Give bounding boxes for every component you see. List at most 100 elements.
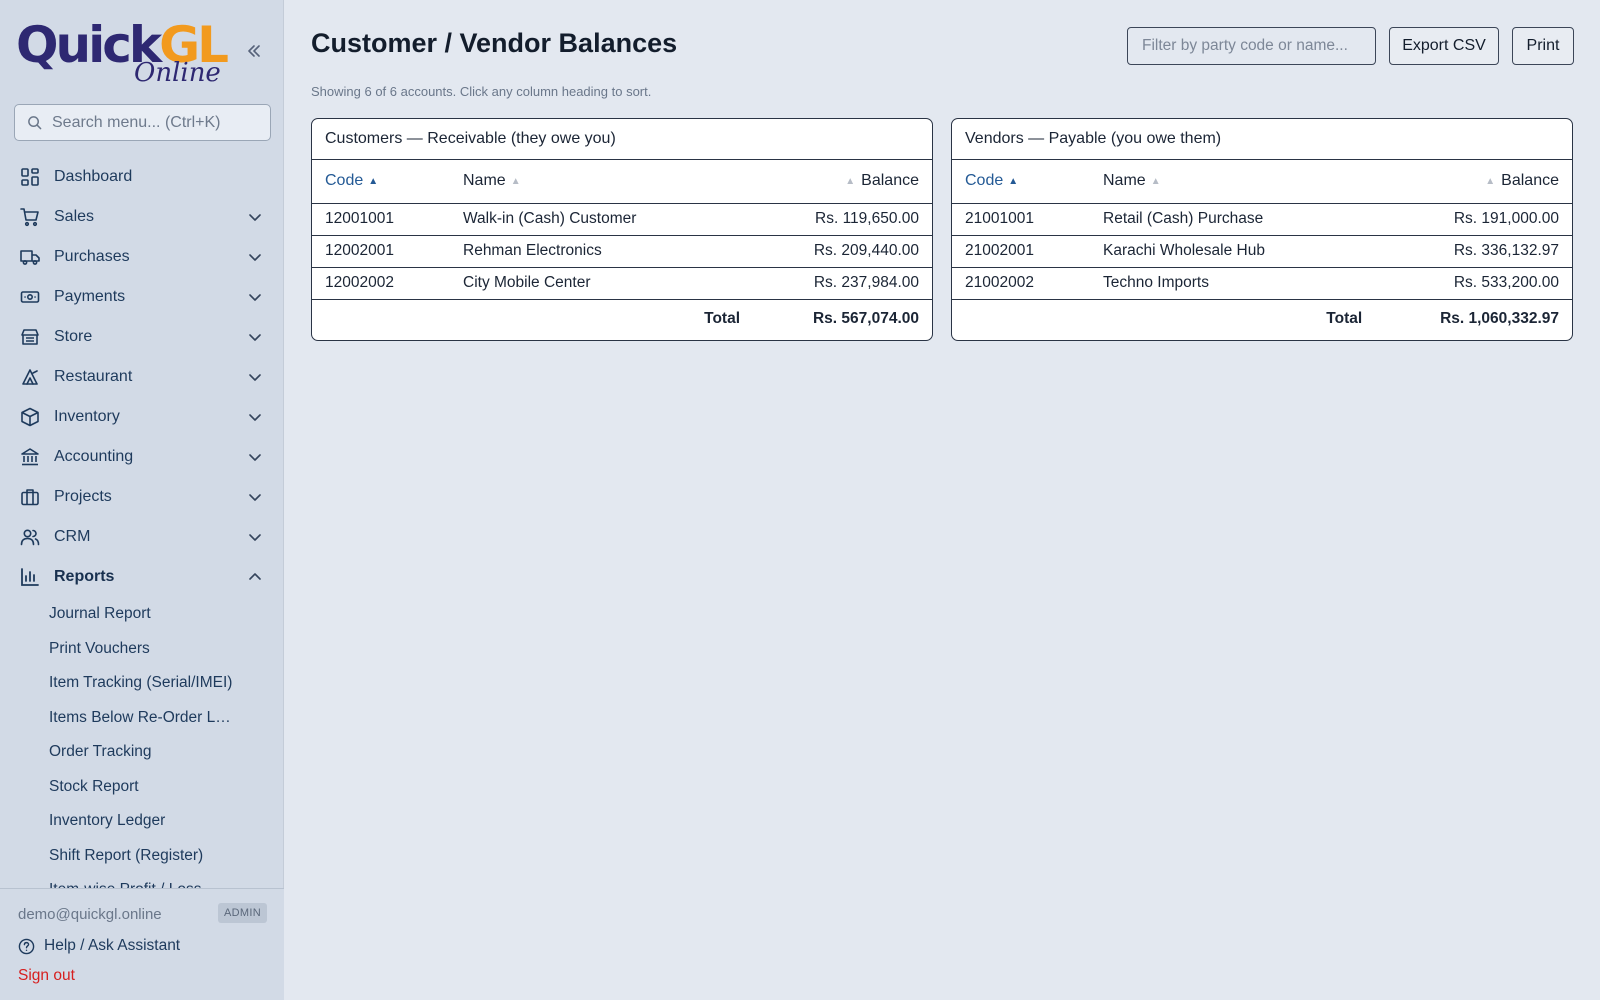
- row-name: Techno Imports: [1090, 267, 1363, 300]
- chevron-down-icon: [249, 214, 261, 221]
- quickgl-logo[interactable]: QuickGL Online: [16, 14, 229, 90]
- sort-by-balance[interactable]: ▲ Balance: [740, 160, 932, 204]
- nav-payments[interactable]: Payments: [0, 277, 284, 317]
- bar-chart-icon: [20, 567, 40, 587]
- table-row[interactable]: 12001001 Walk-in (Cash) Customer Rs. 119…: [312, 203, 932, 236]
- sort-neutral-icon: ▲: [845, 176, 856, 188]
- menu-search-input[interactable]: [52, 113, 262, 132]
- row-code: 12002002: [312, 267, 450, 300]
- sort-by-name[interactable]: Name ▲: [450, 160, 740, 204]
- sort-by-balance[interactable]: ▲ Balance: [1362, 160, 1572, 204]
- table-row[interactable]: 21001001 Retail (Cash) Purchase Rs. 191,…: [952, 203, 1572, 236]
- nav-dashboard[interactable]: Dashboard: [0, 157, 284, 197]
- nav-dashboard-label: Dashboard: [54, 168, 133, 185]
- results-caption: Showing 6 of 6 accounts. Click any colum…: [311, 84, 652, 99]
- vendors-total: Rs. 1,060,332.97: [1440, 309, 1559, 327]
- nav-crm[interactable]: CRM: [0, 517, 284, 557]
- party-filter-input[interactable]: [1127, 27, 1376, 65]
- code-header-label: Code: [965, 172, 1004, 190]
- user-email: demo@quickgl.online: [18, 906, 162, 923]
- subnav-stock-report[interactable]: Stock Report: [0, 770, 284, 805]
- balance-header-label: Balance: [861, 172, 919, 190]
- subnav-item-tracking[interactable]: Item Tracking (Serial/IMEI): [0, 666, 284, 701]
- help-label: Help / Ask Assistant: [44, 937, 181, 954]
- subnav-order-tracking[interactable]: Order Tracking: [0, 735, 284, 770]
- subnav-journal-report[interactable]: Journal Report: [0, 597, 284, 632]
- nav-restaurant[interactable]: Restaurant: [0, 357, 284, 397]
- nav-reports[interactable]: Reports: [0, 557, 284, 597]
- total-spacer: [312, 299, 450, 338]
- search-icon: [28, 116, 42, 130]
- box-icon: [20, 407, 40, 427]
- row-code: 21002001: [952, 235, 1090, 268]
- row-code: 21002002: [952, 267, 1090, 300]
- table-row[interactable]: 21002002 Techno Imports Rs. 533,200.00: [952, 267, 1572, 300]
- table-row[interactable]: 12002001 Rehman Electronics Rs. 209,440.…: [312, 235, 932, 268]
- nav-store[interactable]: Store: [0, 317, 284, 357]
- dashboard-icon: [20, 167, 40, 187]
- nav-sales[interactable]: Sales: [0, 197, 284, 237]
- total-label: Total: [704, 309, 740, 327]
- store-icon: [20, 327, 40, 347]
- table-row[interactable]: 12002002 City Mobile Center Rs. 237,984.…: [312, 267, 932, 300]
- name-header-label: Name: [1103, 172, 1146, 190]
- row-code: 12001001: [312, 203, 450, 236]
- vendors-table: Code ▲ Name ▲ ▲ Balance 21001001 Retail (Ca…: [952, 160, 1572, 338]
- export-csv-button[interactable]: Export CSV: [1389, 27, 1499, 65]
- double-chevron-left-icon: [248, 45, 260, 57]
- subnav-item-wise-profit[interactable]: Item-wise Profit / Loss: [0, 873, 284, 888]
- table-row[interactable]: 21002001 Karachi Wholesale Hub Rs. 336,1…: [952, 235, 1572, 268]
- nav-inventory[interactable]: Inventory: [0, 397, 284, 437]
- chevron-down-icon: [249, 494, 261, 501]
- chevron-down-icon: [249, 414, 261, 421]
- bank-icon: [20, 447, 40, 467]
- banknote-icon: [20, 287, 40, 307]
- nav-store-label: Store: [54, 328, 93, 345]
- truck-icon: [20, 247, 40, 267]
- subnav-inventory-ledger[interactable]: Inventory Ledger: [0, 804, 284, 839]
- help-link[interactable]: Help / Ask Assistant: [18, 935, 180, 957]
- main-nav: Dashboard Sales Purchases Payments Store…: [0, 157, 284, 597]
- sort-by-code[interactable]: Code ▲: [952, 160, 1090, 204]
- nav-sales-label: Sales: [54, 208, 95, 225]
- row-name: Walk-in (Cash) Customer: [450, 203, 740, 236]
- subnav-items-below-reorder[interactable]: Items Below Re-Order L…: [0, 701, 284, 736]
- customers-panel: Customers — Receivable (they owe you) Co…: [311, 118, 933, 341]
- nav-purchases[interactable]: Purchases: [0, 237, 284, 277]
- sort-asc-icon: ▲: [368, 176, 379, 188]
- briefcase-icon: [20, 487, 40, 507]
- chef-hat-icon: [20, 367, 40, 387]
- sort-neutral-icon: ▲: [510, 176, 521, 188]
- help-circle-icon: [18, 938, 35, 954]
- row-balance: Rs. 119,650.00: [740, 203, 932, 236]
- total-label: Total: [1326, 309, 1363, 327]
- sort-by-name[interactable]: Name ▲: [1090, 160, 1363, 204]
- sort-by-code[interactable]: Code ▲: [312, 160, 450, 204]
- row-code: 21001001: [952, 203, 1090, 236]
- code-header-label: Code: [325, 172, 364, 190]
- table-header-row: Code ▲ Name ▲ ▲ Balance: [312, 160, 932, 204]
- collapse-sidebar-button[interactable]: [239, 36, 269, 66]
- customers-total: Rs. 567,074.00: [812, 309, 919, 327]
- nav-accounting[interactable]: Accounting: [0, 437, 284, 477]
- subnav-shift-report[interactable]: Shift Report (Register): [0, 839, 284, 874]
- nav-projects[interactable]: Projects: [0, 477, 284, 517]
- row-name: City Mobile Center: [450, 267, 740, 300]
- sort-asc-icon: ▲: [1008, 176, 1019, 188]
- chevron-up-icon: [249, 573, 261, 580]
- vendors-panel: Vendors — Payable (you owe them) Code ▲ N…: [951, 118, 1573, 341]
- chevron-down-icon: [249, 374, 261, 381]
- menu-search[interactable]: [14, 104, 271, 141]
- chevron-down-icon: [249, 454, 261, 461]
- nav-inventory-label: Inventory: [54, 408, 120, 425]
- role-badge: ADMIN: [218, 903, 267, 923]
- customers-panel-title: Customers — Receivable (they owe you): [312, 119, 932, 160]
- logo-online: Online: [134, 58, 221, 88]
- table-header-row: Code ▲ Name ▲ ▲ Balance: [952, 160, 1572, 204]
- nav-crm-label: CRM: [54, 528, 91, 545]
- print-button[interactable]: Print: [1512, 27, 1574, 65]
- sign-out-link[interactable]: Sign out: [18, 967, 75, 985]
- reports-submenu: Journal Report Print Vouchers Item Track…: [0, 597, 284, 888]
- subnav-print-vouchers[interactable]: Print Vouchers: [0, 632, 284, 667]
- nav-restaurant-label: Restaurant: [54, 368, 133, 385]
